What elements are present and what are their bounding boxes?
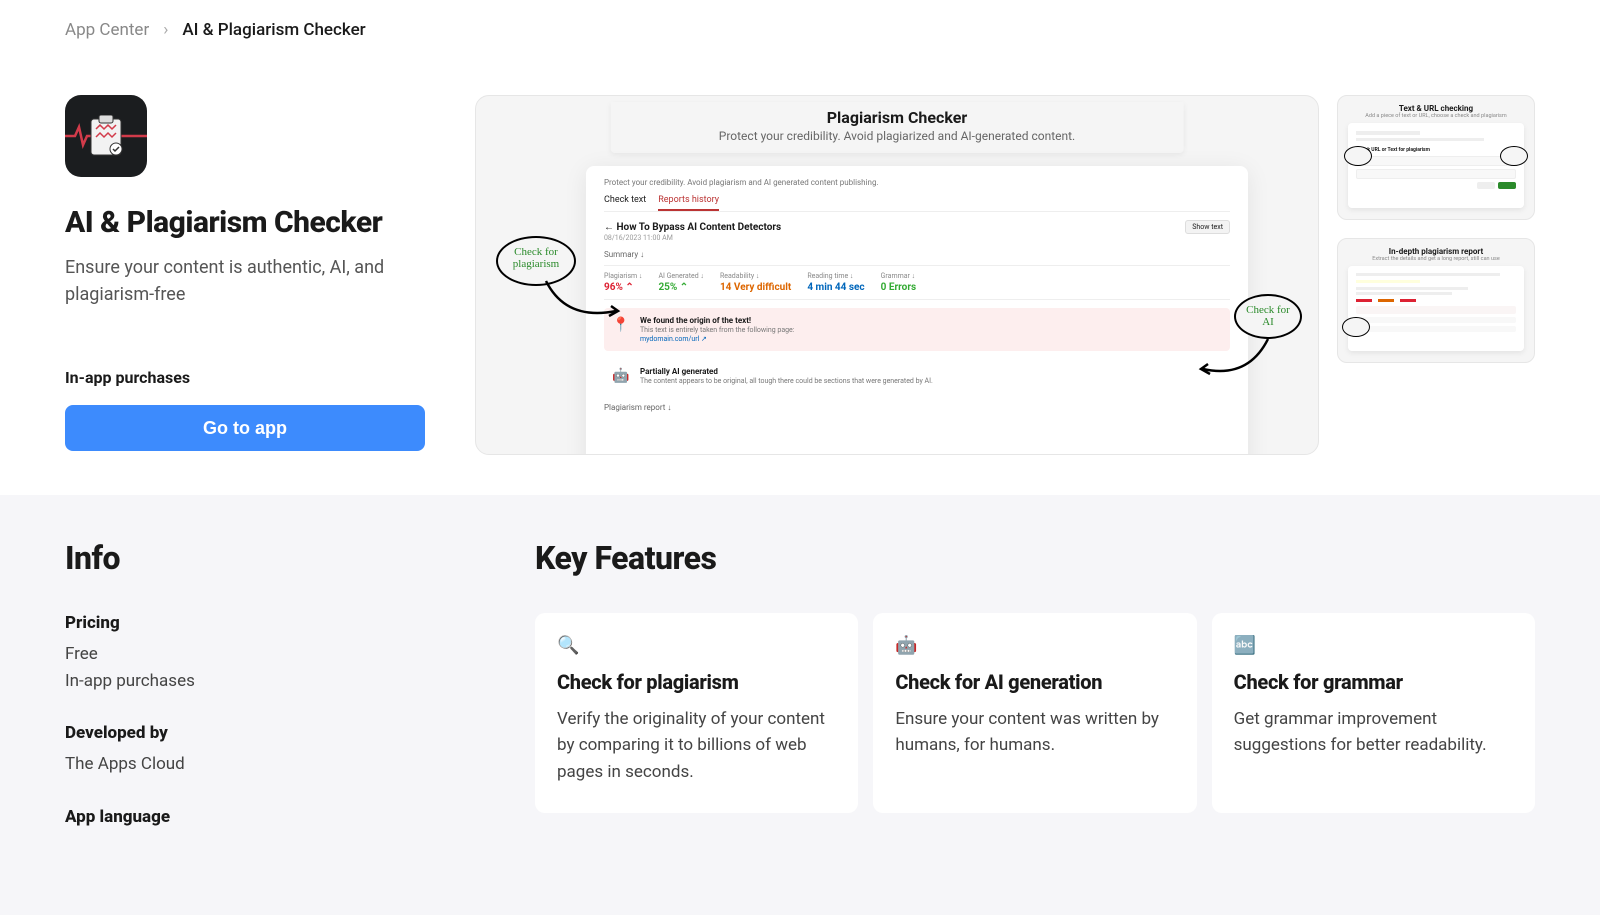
feature-card-grammar: 🔤 Check for grammar Get grammar improvem… [1212, 613, 1535, 813]
metric-value: 96% ⌃ [604, 282, 642, 293]
clipboard-icon [88, 115, 124, 157]
features-heading: Key Features [535, 539, 1535, 577]
page-title: AI & Plagiarism Checker [65, 205, 425, 240]
annotation-plagiarism: Check for plagiarism [496, 236, 576, 286]
metric-value: 14 Very difficult [720, 282, 791, 293]
breadcrumb: App Center › AI & Plagiarism Checker [65, 20, 1535, 40]
pricing-label: Pricing [65, 613, 485, 633]
thumb-subtitle: Add a piece of text or URL, choose a che… [1348, 113, 1524, 119]
metric-label: Reading time ↓ [807, 272, 864, 280]
finding-title: Partially AI generated [640, 367, 933, 376]
finding-desc: This text is entirely taken from the fol… [640, 326, 794, 334]
annotation-icon [1342, 317, 1370, 337]
report-title: ← How To Bypass AI Content Detectors [604, 222, 781, 233]
metric-label: Grammar ↓ [881, 272, 916, 280]
pin-icon: 📍 [612, 316, 630, 334]
feature-title: Check for AI generation [895, 670, 1174, 694]
thumb-title: In-depth plagiarism report [1348, 247, 1524, 256]
screenshot-thumb-2[interactable]: In-depth plagiarism report Extract the d… [1337, 238, 1535, 363]
metric-label: Plagiarism ↓ [604, 272, 642, 280]
breadcrumb-root[interactable]: App Center [65, 20, 149, 40]
metric-label: Readability ↓ [720, 272, 791, 280]
plagiarism-report-label: Plagiarism report ↓ [604, 403, 1230, 412]
show-text-button: Show text [1185, 220, 1230, 234]
annotation-icon [1500, 146, 1528, 166]
finding-desc: The content appears to be original, all … [640, 377, 933, 385]
annotation-icon [1344, 146, 1372, 166]
robot-icon: 🤖 [895, 635, 1174, 656]
tab-reports-history: Reports history [658, 195, 719, 211]
metric-value: 0 Errors [881, 282, 916, 293]
in-app-purchases-label: In-app purchases [65, 368, 425, 387]
annotation-ai: Check for AI [1234, 294, 1302, 339]
screenshot-thumb-1[interactable]: Text & URL checking Add a piece of text … [1337, 95, 1535, 220]
feature-card-ai: 🤖 Check for AI generation Ensure your co… [873, 613, 1196, 813]
app-language-label: App language [65, 807, 485, 827]
metric-label: AI Generated ↓ [658, 272, 704, 280]
screenshot-main[interactable]: Plagiarism Checker Protect your credibil… [475, 95, 1319, 455]
go-to-app-button[interactable]: Go to app [65, 405, 425, 451]
chevron-right-icon: › [163, 20, 168, 40]
metric-value: 25% ⌃ [658, 282, 704, 293]
app-icon [65, 95, 147, 177]
metric-value: 4 min 44 sec [807, 282, 864, 293]
developed-by-value: The Apps Cloud [65, 751, 485, 778]
feature-desc: Verify the originality of your content b… [557, 706, 836, 785]
report-date: 08/16/2023 11:00 AM [604, 234, 1230, 242]
preview-title: Plagiarism Checker [637, 108, 1158, 127]
feature-desc: Get grammar improvement suggestions for … [1234, 706, 1513, 759]
tab-check-text: Check text [604, 195, 646, 211]
preview-subtitle: Protect your credibility. Avoid plagiari… [637, 129, 1158, 143]
pricing-value-2: In-app purchases [65, 668, 485, 695]
thumb-subtitle: Extract the details and get a long repor… [1348, 256, 1524, 262]
finding-link: mydomain.com/url ↗ [640, 335, 794, 343]
magnifier-icon: 🔍 [557, 635, 836, 656]
robot-icon: 🤖 [612, 367, 630, 385]
page-subtitle: Ensure your content is authentic, AI, an… [65, 254, 425, 308]
report-card: Protect your credibility. Avoid plagiari… [586, 166, 1248, 455]
pricing-value: Free [65, 641, 485, 668]
summary-label: Summary ↓ [604, 250, 1230, 259]
feature-title: Check for grammar [1234, 670, 1513, 694]
feature-card-plagiarism: 🔍 Check for plagiarism Verify the origin… [535, 613, 858, 813]
abc-icon: 🔤 [1234, 635, 1513, 656]
breadcrumb-current: AI & Plagiarism Checker [182, 20, 365, 40]
developed-by-label: Developed by [65, 723, 485, 743]
finding-title: We found the origin of the text! [640, 316, 794, 325]
thumb-title: Text & URL checking [1348, 104, 1524, 113]
info-heading: Info [65, 539, 485, 577]
feature-desc: Ensure your content was written by human… [895, 706, 1174, 759]
feature-title: Check for plagiarism [557, 670, 836, 694]
report-desc: Protect your credibility. Avoid plagiari… [604, 178, 1230, 187]
